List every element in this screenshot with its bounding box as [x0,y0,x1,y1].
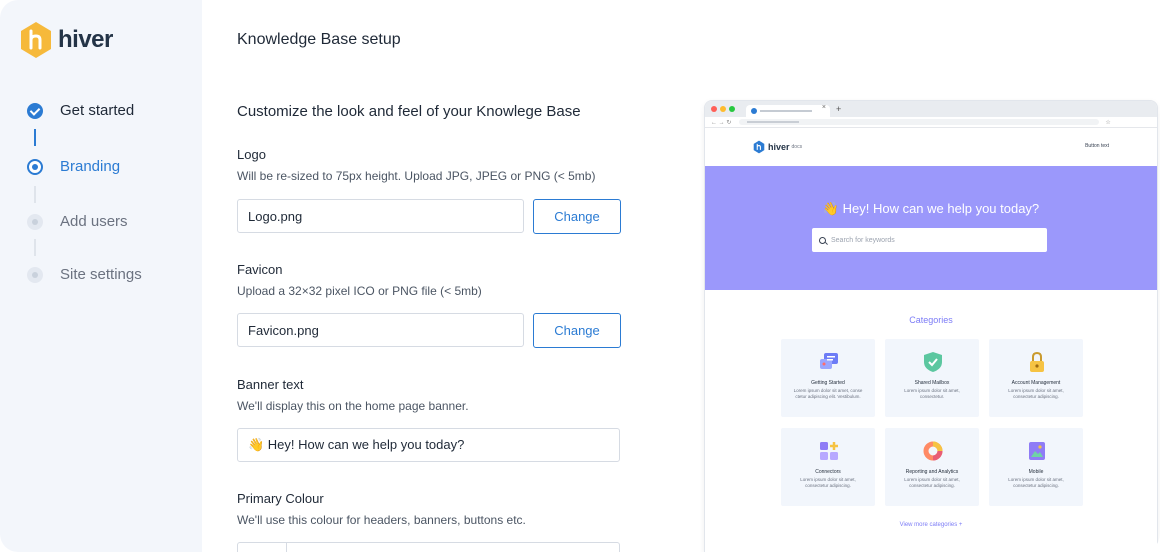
logo-label: Logo [237,147,266,162]
mobile-image-icon [1029,442,1045,460]
category-name: Connectors [815,469,841,475]
primary-colour-label: Primary Colour [237,491,324,506]
nav-arrows-icon: ← → ↻ [711,119,732,126]
step-label: Branding [60,158,121,175]
preview-logo: hiver docs [753,140,802,154]
maximize-dot-icon [729,106,735,112]
favicon-icon [751,108,757,114]
category-description: Lorem ipsum dolor sit amet, consectetur … [1008,477,1064,488]
hiver-logo-icon [753,140,765,154]
url-bar [739,119,1100,125]
category-card: Shared Mailbox Lorem ipsum dolor sit ame… [885,339,979,417]
step-add-users[interactable]: Add users [27,213,128,230]
close-dot-icon [711,106,717,112]
primary-colour-help: We'll use this colour for headers, banne… [237,513,526,527]
step-label: Site settings [60,266,142,283]
brand-logo: hiver [19,21,113,59]
radio-active-icon [27,158,43,175]
banner-text-label: Banner text [237,377,304,392]
category-description: Lorem ipsum dolor sit amet, conse ctetur… [793,388,863,399]
category-description: Lorem ipsum dolor sit amet, consectetur … [904,477,960,488]
page-title: Knowledge Base setup [237,31,401,48]
donut-chart-icon [923,441,943,461]
brand-name: hiver [58,26,113,53]
category-card: Mobile Lorem ipsum dolor sit amet, conse… [989,428,1083,506]
logo-file-field[interactable]: Logo.png [237,199,524,233]
step-get-started[interactable]: Get started [27,102,134,119]
browser-tab-bar: × + [705,101,1157,117]
preview-logo-text: hiver [768,142,790,152]
change-logo-button[interactable]: Change [533,199,621,234]
category-card: Reporting and Analytics Lorem ipsum dolo… [885,428,979,506]
category-name: Mobile [1028,469,1044,475]
category-card: Getting Started Lorem ipsum dolor sit am… [781,339,875,417]
preview-banner: 👋 Hey! How can we help you today? Search… [705,166,1157,290]
step-site-settings[interactable]: Site settings [27,266,142,283]
step-connector [34,186,36,203]
app-window: hiver Get started Branding Add users Sit… [0,0,1160,552]
search-icon [819,236,826,244]
new-tab-icon: + [836,104,842,114]
category-name: Reporting and Analytics [905,469,959,475]
browser-address-bar: ← → ↻ ☆ [705,117,1157,128]
category-description: Lorem ipsum dolor sit amet, consectetur … [800,477,856,488]
view-more-categories-link: View more categories + [899,522,963,528]
connector-blocks-icon [820,442,838,460]
category-description: Lorem ipsum dolor sit amet, consectetur … [1008,388,1064,399]
banner-text-help: We'll display this on the home page bann… [237,399,469,413]
preview-logo-suffix: docs [791,144,803,150]
step-connector [34,129,36,146]
kb-preview: × + ← → ↻ ☆ hiver docs Button text 👋 Hey… [704,100,1158,552]
category-name: Getting Started [811,380,845,386]
radio-inactive-icon [27,266,43,283]
logo-help: Will be re-sized to 75px height. Upload … [237,169,596,183]
category-card: Connectors Lorem ipsum dolor sit amet, c… [781,428,875,506]
sidebar: hiver Get started Branding Add users Sit… [0,0,202,552]
chat-bubbles-icon [820,353,838,369]
preview-categories-title: Categories [909,315,953,325]
main-content: Knowledge Base setup Customize the look … [202,0,1160,552]
tab-close-icon: × [821,104,826,111]
change-favicon-button[interactable]: Change [533,313,621,348]
star-icon: ☆ [1105,119,1111,126]
padlock-icon [1030,351,1044,372]
radio-inactive-icon [27,213,43,230]
banner-text-input[interactable]: 👋 Hey! How can we help you today? [237,428,620,462]
preview-search-box: Search for keywords [812,228,1047,252]
primary-colour-input[interactable] [237,542,620,552]
preview-search-placeholder: Search for keywords [831,236,895,244]
step-label: Add users [60,213,128,230]
category-name: Account Management [1011,380,1061,386]
colour-swatch[interactable] [238,543,287,552]
category-card: Account Management Lorem ipsum dolor sit… [989,339,1083,417]
step-connector [34,239,36,256]
shield-check-icon [924,352,942,372]
favicon-label: Favicon [237,262,283,277]
check-circle-icon [27,102,43,119]
favicon-file-field[interactable]: Favicon.png [237,313,524,347]
browser-tab: × [746,104,830,117]
step-branding[interactable]: Branding [27,158,120,175]
minimize-dot-icon [720,106,726,112]
preview-site-header: hiver docs Button text [705,128,1157,166]
category-description: Lorem ipsum dolor sit amet, consectetur. [904,388,960,399]
category-name: Shared Mailbox [914,380,950,386]
section-title: Customize the look and feel of your Know… [237,103,581,120]
favicon-help: Upload a 32×32 pixel ICO or PNG file (< … [237,284,482,298]
preview-banner-text: 👋 Hey! How can we help you today? [822,201,1040,216]
preview-button-text: Button text [1085,143,1109,149]
hiver-logo-icon [21,22,51,58]
step-label: Get started [60,102,135,119]
